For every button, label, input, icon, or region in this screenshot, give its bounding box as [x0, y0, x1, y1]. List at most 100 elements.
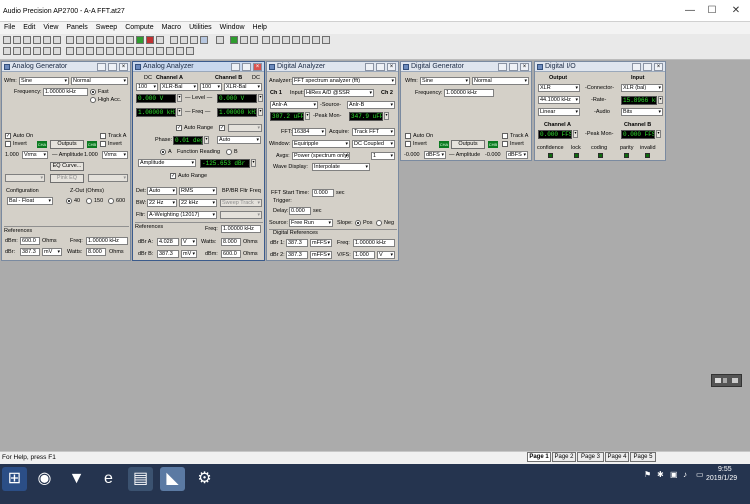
menu-panels[interactable]: Panels: [62, 22, 91, 34]
audio-precision-icon[interactable]: ◣: [160, 467, 185, 491]
vfs-unit-select[interactable]: V: [377, 251, 395, 259]
panel-restore-icon[interactable]: [242, 63, 251, 71]
frequency-field[interactable]: 1.00000 kHz: [444, 89, 494, 97]
dbr-a-field[interactable]: 4.028: [157, 238, 179, 246]
dbm-field[interactable]: 600.0: [221, 250, 241, 258]
meter-icon[interactable]: [292, 36, 300, 44]
panel-filter-icon[interactable]: [76, 47, 84, 55]
auto-range-checkbox[interactable]: ✓: [176, 125, 182, 131]
invert-b-checkbox[interactable]: [100, 141, 106, 147]
function-b-radio[interactable]: [226, 149, 232, 155]
menu-sweep[interactable]: Sweep: [92, 22, 121, 34]
amplitude-b-value[interactable]: 1.000: [84, 152, 98, 158]
filter-b-select[interactable]: [220, 211, 262, 219]
track-a-checkbox[interactable]: [100, 133, 106, 139]
freq-b-unit-spinner[interactable]: ▾: [258, 108, 263, 116]
bandwidth-low-select[interactable]: 22 Hz: [147, 199, 177, 207]
freq-a-unit-spinner[interactable]: ▾: [177, 108, 182, 116]
panel-log-icon[interactable]: [136, 47, 144, 55]
high-accuracy-radio[interactable]: [90, 97, 96, 103]
analog-analyzer-titlebar[interactable]: Analog Analyzer ×: [133, 62, 264, 72]
maximize-button[interactable]: ☐: [702, 4, 722, 18]
page-3-tab[interactable]: Page 3: [577, 452, 604, 462]
window-restore-icon[interactable]: [723, 378, 727, 383]
invert-b-checkbox[interactable]: [502, 141, 508, 147]
waveform-mode-select[interactable]: Normal: [472, 77, 529, 85]
panel-options-icon[interactable]: [186, 47, 194, 55]
panel-utility-icon[interactable]: [176, 47, 184, 55]
menu-window[interactable]: Window: [216, 22, 249, 34]
waveform-select[interactable]: Sine: [420, 77, 470, 85]
panel-attach-icon[interactable]: [126, 47, 134, 55]
generator-icon[interactable]: [180, 36, 188, 44]
dbr-field[interactable]: 387.3: [20, 248, 40, 256]
ie-icon[interactable]: e: [96, 467, 121, 491]
zout-40-radio[interactable]: [66, 198, 72, 204]
input-select[interactable]: HiRes A/D @SSR: [304, 89, 374, 97]
panel-close-icon[interactable]: ×: [520, 63, 529, 71]
windows-start-icon[interactable]: ⊞: [2, 467, 27, 491]
menu-file[interactable]: File: [0, 22, 19, 34]
flag-icon[interactable]: ⚑: [644, 470, 651, 479]
save-icon[interactable]: [23, 36, 31, 44]
sweep-track-select[interactable]: Sweep Track: [220, 199, 262, 207]
panel-regulation-icon[interactable]: [53, 47, 61, 55]
menu-edit[interactable]: Edit: [19, 22, 39, 34]
menu-utilities[interactable]: Utilities: [185, 22, 216, 34]
auto-range-b-checkbox[interactable]: ✓: [219, 125, 225, 131]
input-rate-unit-spinner[interactable]: ▾: [658, 96, 663, 104]
copy-icon[interactable]: [86, 36, 94, 44]
page-5-tab[interactable]: Page 5: [630, 452, 656, 462]
graph-icon[interactable]: [312, 36, 320, 44]
output-connector-select[interactable]: XLR: [538, 84, 580, 92]
window-menu-icon[interactable]: [732, 378, 738, 383]
trigger-source-select[interactable]: Free Run: [289, 219, 333, 227]
document-icon[interactable]: [66, 36, 74, 44]
panel-impairment-icon[interactable]: [166, 47, 174, 55]
fast-radio[interactable]: [90, 89, 96, 95]
menu-macro[interactable]: Macro: [158, 22, 185, 34]
input-connector-select[interactable]: XLR (bal): [621, 84, 663, 92]
notification-icon[interactable]: ▭: [696, 470, 704, 479]
menu-compute[interactable]: Compute: [121, 22, 157, 34]
panel-generator-icon[interactable]: [3, 47, 11, 55]
filter-select[interactable]: A-Weighting (12017): [147, 211, 217, 219]
panel-close-icon[interactable]: ×: [654, 63, 663, 71]
panel-spectrum-icon[interactable]: [86, 47, 94, 55]
display-icon[interactable]: [272, 36, 280, 44]
zout-600-radio[interactable]: [108, 198, 114, 204]
phase-unit-spinner[interactable]: ▾: [204, 136, 209, 144]
track-a-checkbox[interactable]: [502, 133, 508, 139]
peak-a-unit-spinner[interactable]: ▾: [573, 130, 578, 138]
configuration-select[interactable]: Bal - Float: [7, 197, 53, 205]
panel-restore-icon[interactable]: [376, 63, 385, 71]
clock-date[interactable]: 2019/1/29: [706, 475, 737, 482]
explorer-icon[interactable]: ▤: [128, 467, 153, 491]
panel-icon[interactable]: [262, 36, 270, 44]
amplitude-a-unit[interactable]: dBFS: [424, 151, 446, 159]
dbr2-field[interactable]: 387.3: [286, 251, 308, 259]
close-button[interactable]: ✕: [726, 4, 746, 18]
level-a-unit-spinner[interactable]: ▾: [177, 94, 182, 102]
fox-app-icon[interactable]: ▼: [64, 467, 89, 491]
dbr2-unit-select[interactable]: mFFS: [310, 251, 332, 259]
peak-a-unit-spinner[interactable]: ▾: [305, 112, 310, 120]
waveform-mode-select[interactable]: Normal: [71, 77, 128, 85]
analyzer-select[interactable]: FFT spectrum analyzer (fft): [292, 77, 396, 85]
chrome-icon[interactable]: ◉: [32, 467, 57, 491]
pink-eq-right-select[interactable]: [88, 174, 128, 182]
delay-field[interactable]: 0.000: [289, 207, 311, 215]
panel-minimize-icon[interactable]: [498, 63, 507, 71]
clock-time[interactable]: 9:55: [718, 466, 732, 473]
amplitude-b-value[interactable]: -0.000: [485, 152, 501, 158]
pause-icon[interactable]: [240, 36, 248, 44]
menu-help[interactable]: Help: [249, 22, 271, 34]
dbr-unit-select[interactable]: mV: [42, 248, 62, 256]
averages-mode-select[interactable]: Power (spectrum only): [292, 152, 350, 160]
amplitude-a-unit[interactable]: Vrms: [22, 151, 48, 159]
source-a-select[interactable]: Anlr-A: [270, 101, 318, 109]
digital-analyzer-titlebar[interactable]: Digital Analyzer ×: [267, 62, 398, 72]
fft-size-select[interactable]: 16384: [292, 128, 326, 136]
dbr1-unit-select[interactable]: mFFS: [310, 239, 332, 247]
ref-freq-field[interactable]: 1.00000 kHz: [221, 225, 261, 233]
